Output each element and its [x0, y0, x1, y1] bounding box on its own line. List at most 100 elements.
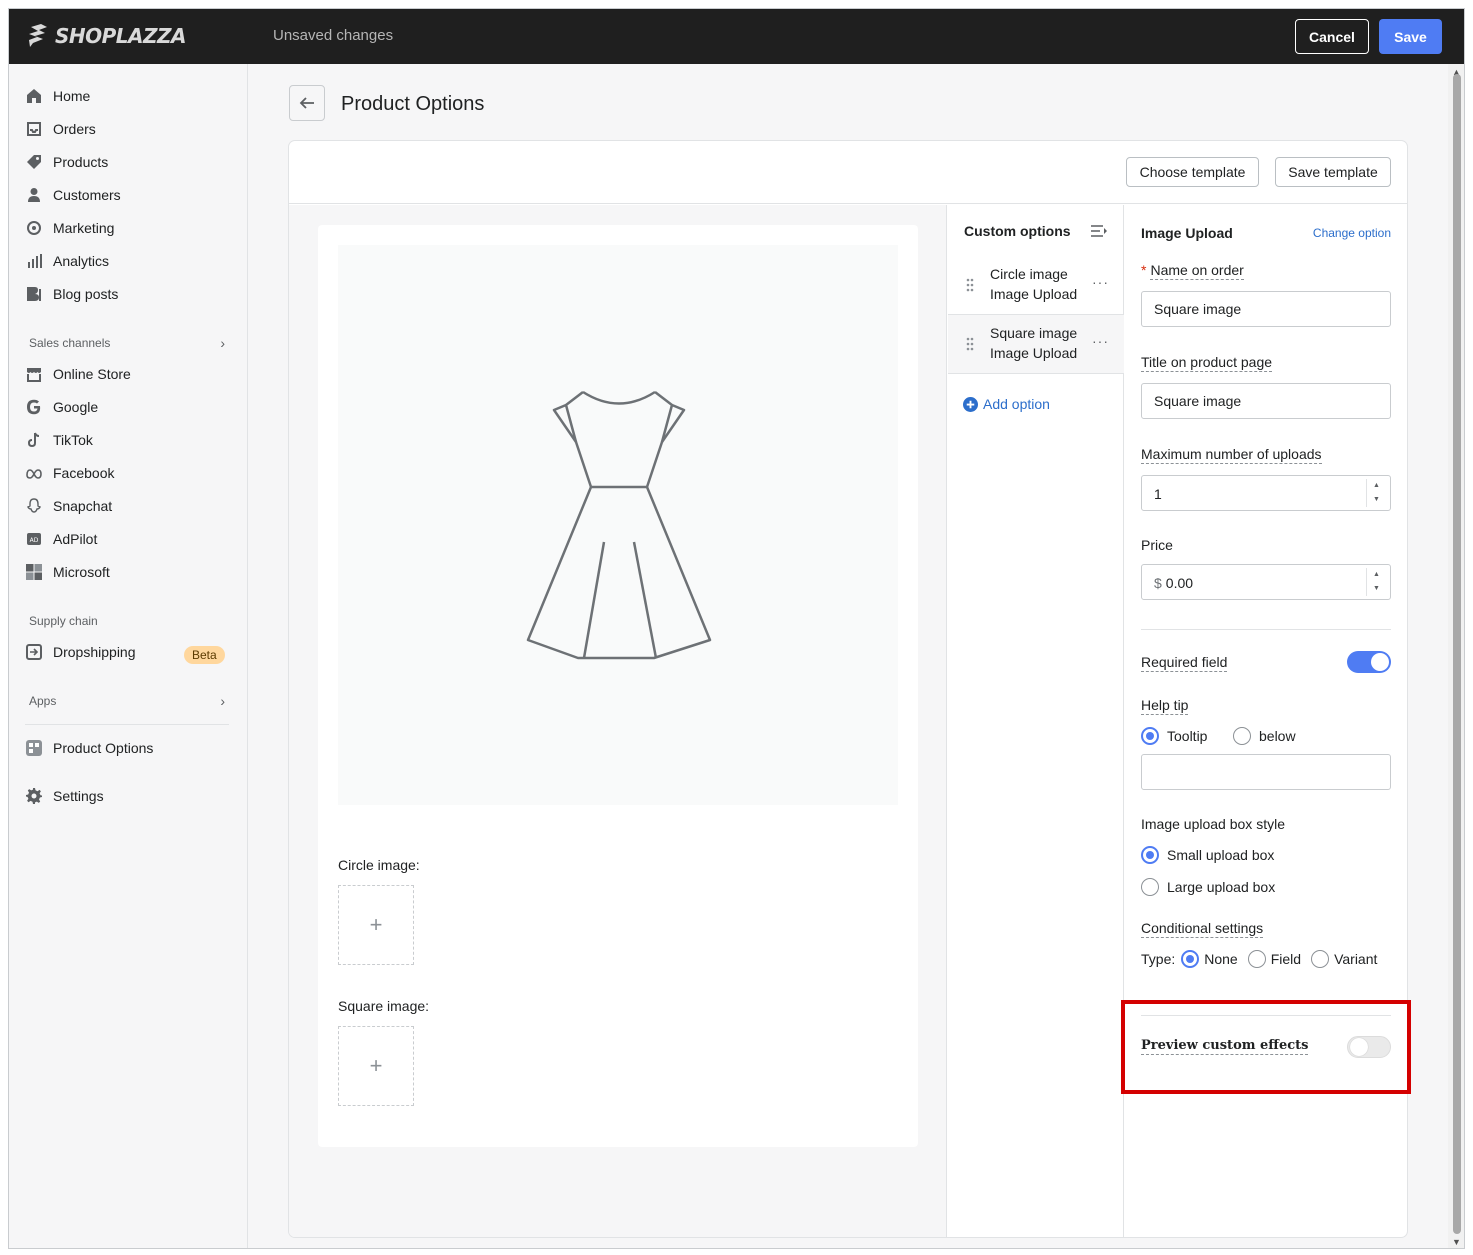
- add-option-label: Add option: [983, 396, 1050, 412]
- target-icon: [25, 219, 43, 237]
- title-on-product-page-input[interactable]: [1141, 383, 1391, 419]
- chevron-right-icon[interactable]: ›: [220, 335, 225, 351]
- square-image-upload-box[interactable]: +: [338, 1026, 414, 1106]
- drag-handle-icon[interactable]: [966, 278, 974, 292]
- option-name: Circle image: [990, 266, 1068, 282]
- microsoft-icon: [25, 563, 43, 581]
- sidebar-divider: [25, 724, 229, 725]
- plus-circle-icon: [963, 396, 978, 412]
- title-on-product-page-label: Title on product page: [1141, 354, 1273, 372]
- scroll-down-arrow-icon[interactable]: ▼: [1452, 1237, 1461, 1247]
- bar-chart-icon: [25, 252, 43, 270]
- help-tip-tooltip-radio[interactable]: Tooltip: [1141, 727, 1207, 745]
- sidebar-item-label: TikTok: [53, 432, 93, 448]
- blog-icon: [25, 285, 43, 303]
- sidebar-item-marketing[interactable]: Marketing: [25, 216, 114, 240]
- sidebar-item-label: Snapchat: [53, 498, 113, 514]
- sales-channels-heading[interactable]: Sales channels: [29, 336, 110, 350]
- plus-icon: +: [369, 912, 383, 937]
- decrement-icon[interactable]: ▼: [1367, 493, 1386, 507]
- sidebar-item-label: Dropshipping: [53, 644, 136, 660]
- back-button[interactable]: [289, 85, 325, 121]
- more-horizontal-icon[interactable]: ···: [1092, 274, 1109, 290]
- sidebar-item-home[interactable]: Home: [25, 84, 90, 108]
- card-header: Choose template Save template: [289, 141, 1407, 204]
- logo-mark-icon: [29, 24, 47, 47]
- section-label: Apps: [29, 694, 57, 708]
- max-uploads-stepper[interactable]: 1 ▲ ▼: [1141, 475, 1391, 511]
- name-on-order-label: * Name on order: [1141, 262, 1244, 280]
- sidebar-item-tiktok[interactable]: TikTok: [25, 428, 93, 452]
- circle-image-upload-box[interactable]: +: [338, 885, 414, 965]
- sidebar-item-facebook[interactable]: Facebook: [25, 461, 114, 485]
- small-upload-box-radio[interactable]: Small upload box: [1141, 846, 1274, 864]
- sidebar-item-analytics[interactable]: Analytics: [25, 249, 109, 273]
- upload-box-style-label: Image upload box style: [1141, 816, 1285, 832]
- help-tip-input[interactable]: [1141, 754, 1391, 790]
- sidebar-item-settings[interactable]: Settings: [25, 784, 104, 808]
- radio-dot: [1141, 727, 1159, 745]
- increment-icon[interactable]: ▲: [1367, 479, 1386, 493]
- decrement-icon[interactable]: ▼: [1367, 582, 1386, 596]
- choose-template-button[interactable]: Choose template: [1126, 157, 1259, 187]
- sidebar-item-label: AdPilot: [53, 531, 98, 547]
- radio-dot: [1181, 950, 1200, 968]
- help-tip-below-radio[interactable]: below: [1233, 727, 1296, 745]
- page-scrollbar[interactable]: ▲ ▼: [1448, 64, 1464, 1248]
- required-asterisk: *: [1141, 262, 1147, 278]
- sidebar-item-label: Home: [53, 88, 91, 104]
- drag-handle-icon[interactable]: [966, 337, 974, 351]
- sidebar-item-microsoft[interactable]: Microsoft: [25, 560, 110, 584]
- stepper-controls[interactable]: ▲ ▼: [1366, 568, 1386, 596]
- change-option-link[interactable]: Change option: [1313, 226, 1391, 240]
- custom-options-heading: Custom options: [964, 223, 1071, 239]
- type-variant-radio[interactable]: Variant: [1311, 950, 1377, 968]
- ad-icon: AD: [25, 530, 43, 548]
- radio-label: Large upload box: [1167, 879, 1276, 895]
- name-on-order-input[interactable]: [1141, 291, 1391, 327]
- apps-heading[interactable]: Apps: [29, 694, 56, 708]
- conditional-type-row: Type: None Field Variant: [1141, 950, 1381, 968]
- sidebar-item-product-options[interactable]: Product Options: [25, 736, 153, 760]
- sidebar-item-label: Analytics: [53, 253, 110, 269]
- type-field-radio[interactable]: Field: [1247, 950, 1301, 968]
- cancel-button[interactable]: Cancel: [1295, 19, 1369, 54]
- sidebar-item-label: Products: [53, 154, 109, 170]
- sidebar-item-dropshipping[interactable]: Dropshipping: [25, 640, 136, 664]
- option-item-square-image[interactable]: Square image Image Upload ···: [948, 315, 1124, 374]
- section-label: Supply chain: [29, 614, 98, 628]
- radio-dot: [1247, 950, 1266, 968]
- required-field-toggle[interactable]: [1347, 651, 1391, 673]
- radio-label: below: [1259, 728, 1296, 744]
- sidebar-item-customers[interactable]: Customers: [25, 183, 121, 207]
- save-template-button[interactable]: Save template: [1275, 157, 1391, 187]
- tiktok-icon: [25, 431, 43, 449]
- product-options-app-icon: [25, 739, 43, 757]
- save-button[interactable]: Save: [1379, 19, 1442, 54]
- inbox-icon: [25, 120, 43, 138]
- radio-dot: [1233, 727, 1251, 745]
- sidebar-item-blog-posts[interactable]: Blog posts: [25, 282, 118, 306]
- product-image: [338, 245, 898, 805]
- large-upload-box-radio[interactable]: Large upload box: [1141, 878, 1275, 896]
- sidebar-item-adpilot[interactable]: AD AdPilot: [25, 527, 97, 551]
- sidebar-item-orders[interactable]: Orders: [25, 117, 96, 141]
- sidebar-item-google[interactable]: Google: [25, 395, 98, 419]
- option-item-circle-image[interactable]: Circle image Image Upload ···: [948, 256, 1124, 315]
- add-option-button[interactable]: Add option: [963, 396, 1050, 412]
- label-text: Name on order: [1150, 262, 1244, 280]
- increment-icon[interactable]: ▲: [1367, 568, 1386, 582]
- sidebar-item-online-store[interactable]: Online Store: [25, 362, 131, 386]
- chevron-right-icon[interactable]: ›: [220, 693, 225, 709]
- shoplazza-logo[interactable]: SHOPLAZZA: [27, 23, 187, 49]
- type-none-radio[interactable]: None: [1181, 950, 1238, 968]
- sidebar-item-products[interactable]: Products: [25, 150, 108, 174]
- collapse-panel-icon[interactable]: [1090, 223, 1108, 239]
- plus-icon: +: [369, 1053, 383, 1078]
- sidebar-item-snapchat[interactable]: Snapchat: [25, 494, 112, 518]
- stepper-controls[interactable]: ▲ ▼: [1366, 479, 1386, 507]
- price-input[interactable]: $0.00 ▲ ▼: [1141, 564, 1391, 600]
- more-horizontal-icon[interactable]: ···: [1092, 333, 1109, 349]
- scrollbar-thumb[interactable]: [1453, 74, 1461, 1234]
- settings-divider: [1141, 629, 1391, 630]
